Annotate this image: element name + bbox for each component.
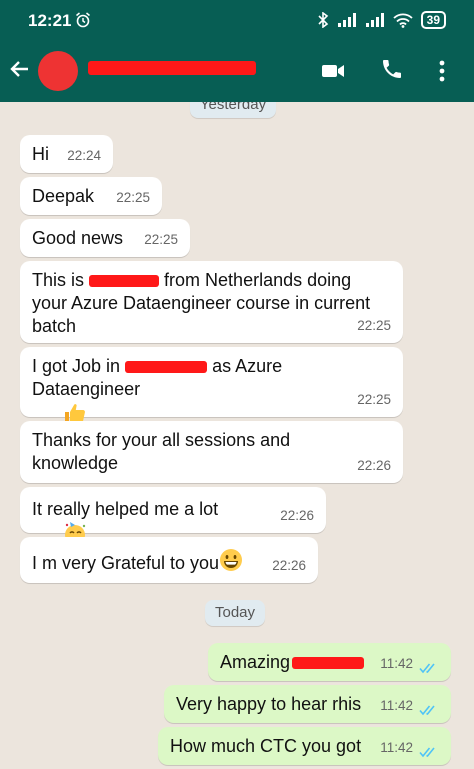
date-separator-today: Today <box>205 600 265 626</box>
message-text-part: I got Job in <box>32 356 121 376</box>
redacted-name <box>292 657 365 670</box>
message-text: Thanks for your all sessions and knowled… <box>32 430 296 473</box>
message-incoming[interactable]: I got Job in as Azure Dataengineer 22:25 <box>20 347 403 423</box>
wifi-icon <box>393 13 413 28</box>
alarm-icon <box>76 12 90 28</box>
message-time: 22:26 <box>272 558 306 573</box>
message-time: 11:42 <box>380 656 413 671</box>
double-tick-icon <box>419 705 435 716</box>
signal-icon <box>337 13 356 27</box>
double-tick-icon <box>419 747 435 758</box>
message-time: 22:24 <box>67 148 101 163</box>
back-arrow-icon[interactable] <box>8 57 32 81</box>
avatar[interactable] <box>38 51 78 91</box>
message-time: 22:25 <box>357 392 391 407</box>
chat-header <box>0 40 474 102</box>
redacted-company <box>125 361 208 374</box>
more-options-icon[interactable] <box>436 58 448 84</box>
message-text: This is from Netherlands doing your Azur… <box>32 269 391 338</box>
signal-icon <box>365 13 384 27</box>
message-outgoing[interactable]: How much CTC you got 11:42 <box>158 727 451 765</box>
message-incoming[interactable]: It really helped me a lot 22:26 <box>20 487 326 545</box>
message-time: 22:26 <box>280 508 314 523</box>
message-text-part: I m very Grateful to you <box>32 553 220 573</box>
message-text-part: It really helped me a lot <box>32 499 219 519</box>
redacted-contact-name <box>88 61 256 75</box>
message-text: I m very Grateful to you <box>32 545 306 575</box>
message-incoming[interactable]: This is from Netherlands doing your Azur… <box>20 261 403 343</box>
bluetooth-icon <box>318 12 328 28</box>
message-text-part: from Netherlands doing your Azure Dataen… <box>32 270 376 336</box>
message-time: 22:25 <box>144 232 178 247</box>
message-incoming[interactable]: Thanks for your all sessions and knowled… <box>20 421 403 483</box>
message-list[interactable]: Yesterday Hi 22:24 Deepak 22:25 Good new… <box>0 102 474 769</box>
message-time: 22:25 <box>116 190 150 205</box>
message-outgoing[interactable]: Amazing 11:42 <box>208 643 451 681</box>
grin-emoji <box>220 549 243 571</box>
status-bar: 12:21 39 <box>0 0 474 40</box>
message-incoming[interactable]: I m very Grateful to you 22:26 <box>20 537 318 583</box>
message-text-part: This is <box>32 270 85 290</box>
message-incoming[interactable]: Good news 22:25 <box>20 219 190 257</box>
message-time: 11:42 <box>380 698 413 713</box>
status-icons: 39 <box>317 11 446 29</box>
date-separator-yesterday: Yesterday <box>190 102 276 118</box>
message-outgoing[interactable]: Very happy to hear rhis 11:42 <box>164 685 451 723</box>
double-tick-icon <box>419 663 435 674</box>
phone-icon[interactable] <box>380 57 404 81</box>
battery-indicator: 39 <box>420 11 446 29</box>
message-incoming[interactable]: Hi 22:24 <box>20 135 113 173</box>
redacted-name <box>89 275 160 288</box>
video-call-icon[interactable] <box>320 58 346 84</box>
message-time: 11:42 <box>380 740 413 755</box>
message-time: 22:26 <box>357 458 391 473</box>
message-text-part: Amazing <box>220 652 291 672</box>
status-time: 12:21 <box>28 11 72 30</box>
message-time: 22:25 <box>357 318 391 333</box>
message-incoming[interactable]: Deepak 22:25 <box>20 177 162 215</box>
